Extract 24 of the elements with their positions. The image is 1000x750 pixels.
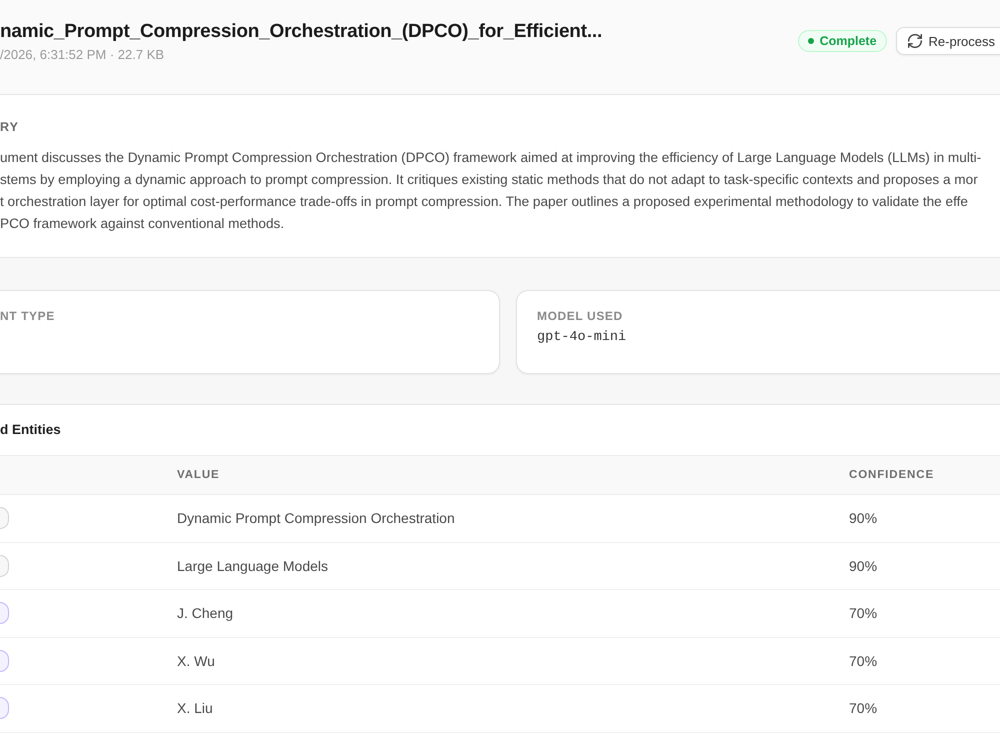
- summary-text: ument discusses the Dynamic Prompt Compression Orchestration (DPCO) framework aimed at improving the efficiency of Large Language Models (LLMs) in multi- stems by employing a dynamic approach to prompt compression. It critiques existing static methods that do not adapt to task-specific contexts and proposes a mor t orchestration layer for optimal cost-performance trade-offs in prompt compression. The paper outlines a proposed experimental methodology to validate the effe PCO framework against conventional methods.: [0, 149, 982, 233]
- column-header: CONFIDENCE: [849, 469, 934, 481]
- confidence-value: 70%: [849, 605, 878, 622]
- document-title: namic_Prompt_Compression_Orchestration_(DPCO)_for_Efficient...: [0, 20, 604, 44]
- column-header: VALUE: [177, 469, 220, 481]
- entity-value: J. Cheng: [177, 605, 234, 622]
- entity-value: Dynamic Prompt Compression Orchestration: [177, 510, 455, 526]
- document-meta: /2026, 6:31:52 PM · 22.7 KB: [0, 46, 166, 64]
- entities-heading: d Entities: [0, 422, 61, 438]
- card-label: NT TYPE: [0, 308, 55, 324]
- status-dot-icon: [808, 38, 814, 44]
- confidence-value: 70%: [849, 700, 878, 716]
- entity-value: X. Wu: [177, 652, 215, 669]
- entity-value: X. Liu: [177, 700, 213, 716]
- status-badge: Complete: [798, 30, 887, 52]
- entity-value: Large Language Models: [177, 558, 328, 574]
- card-label: MODEL USED: [537, 308, 623, 324]
- summary-heading: RY: [0, 119, 19, 135]
- refresh-icon: [908, 34, 922, 48]
- confidence-value: 70%: [849, 652, 878, 669]
- confidence-value: 90%: [849, 558, 878, 574]
- reprocess-button[interactable]: Re-process: [896, 27, 1000, 55]
- card-value: gpt-4o-mini: [537, 330, 626, 346]
- confidence-value: 90%: [849, 510, 878, 526]
